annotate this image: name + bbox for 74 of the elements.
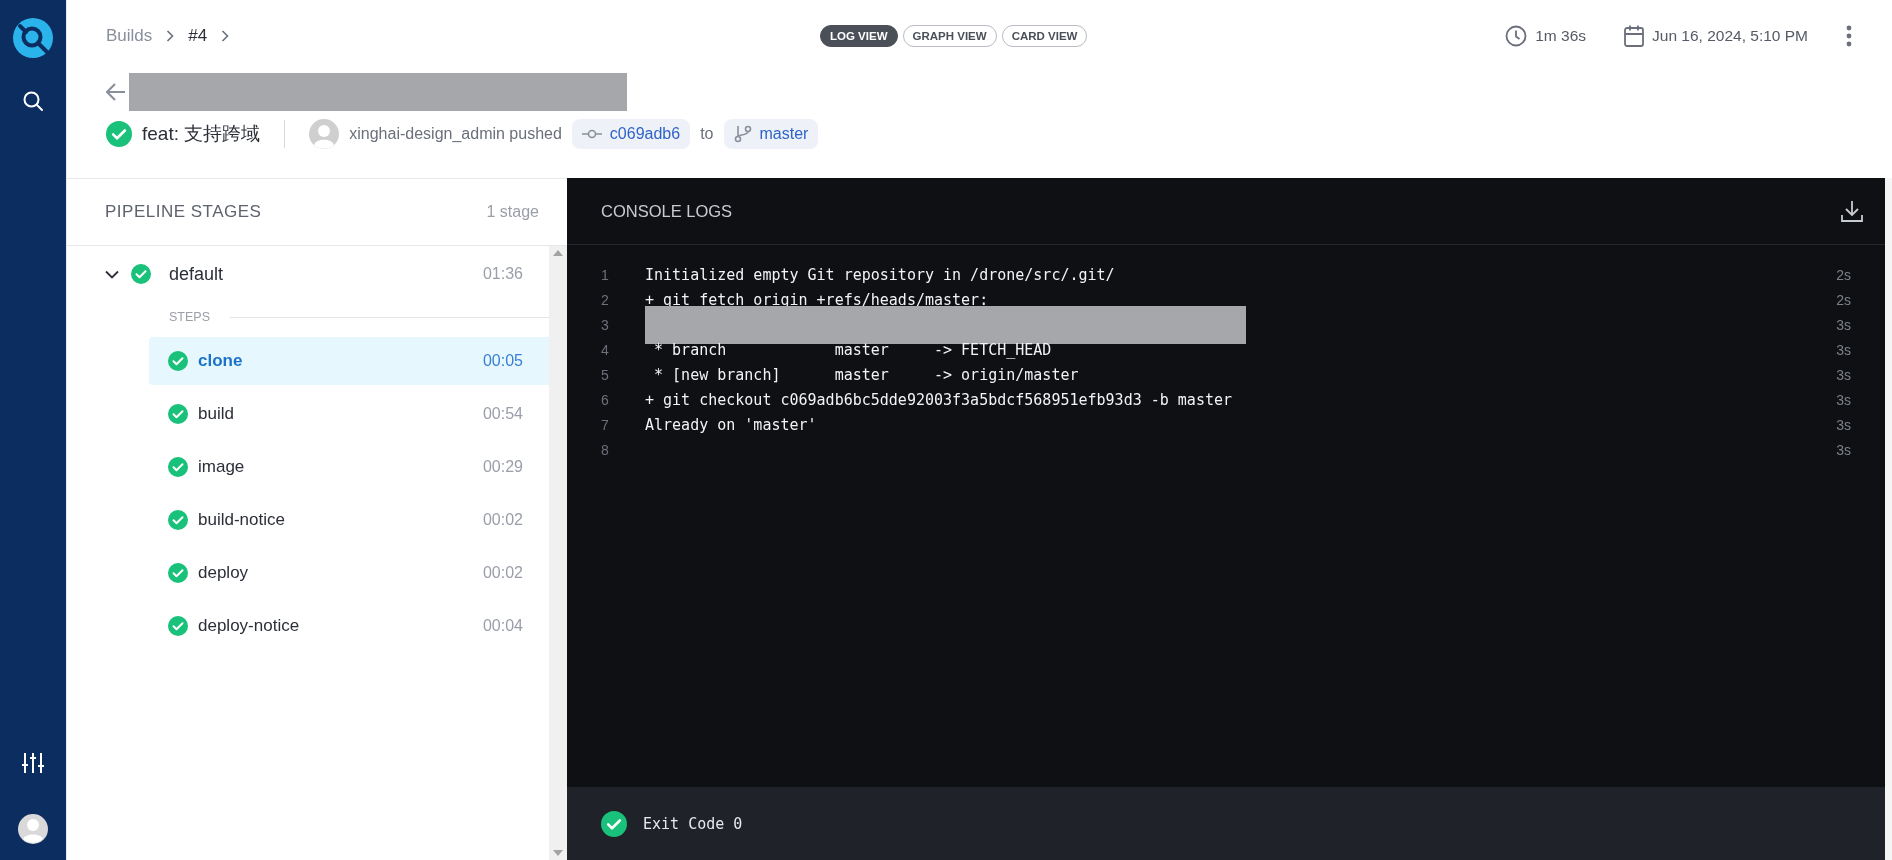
line-number: 5: [600, 366, 610, 383]
line-time: 3s: [1835, 441, 1852, 458]
line-number: 2: [600, 291, 610, 308]
steps-label: STEPS: [169, 310, 210, 324]
line-number: 4: [600, 341, 610, 358]
console-title: CONSOLE LOGS: [601, 201, 733, 221]
step-row[interactable]: image 00:29: [149, 443, 549, 491]
avatar-icon: [309, 119, 340, 149]
branch-link[interactable]: master: [723, 119, 819, 149]
line-number: 7: [600, 416, 610, 433]
exit-code-text: Exit Code 0: [643, 814, 743, 833]
calendar-icon: [1624, 25, 1645, 47]
line-time: 2s: [1835, 291, 1852, 308]
commit-link[interactable]: c069adb6: [571, 119, 691, 149]
view-tab[interactable]: CARD VIEW: [1001, 25, 1088, 47]
connector-text: to: [700, 125, 714, 143]
back-arrow-icon[interactable]: [106, 82, 126, 102]
clock-icon: [1505, 25, 1528, 47]
stage-row[interactable]: default 01:36: [67, 246, 549, 302]
log-line: Initialized empty Git repository in /drone/src/.git/: [645, 265, 1115, 284]
branch-icon: [733, 125, 752, 143]
line-number: 3: [600, 316, 610, 333]
breadcrumb-link[interactable]: #4: [188, 26, 208, 46]
log-line: * branch master -> FETCH_HEAD: [653, 340, 1052, 359]
stage-name: default: [169, 263, 224, 285]
step-name: clone: [198, 351, 243, 371]
step-duration: 00:05: [482, 352, 523, 370]
sliders-icon[interactable]: [21, 752, 45, 774]
step-duration: 00:29: [482, 458, 523, 476]
more-icon[interactable]: [1846, 25, 1852, 47]
step-name: deploy-notice: [198, 616, 300, 636]
chevron-right-icon: [221, 30, 230, 42]
log-line: + git checkout c069adb6bc5dde92003f3a5bdcf568951efb93d3 -b master: [645, 390, 1232, 409]
line-number: 6: [600, 391, 610, 408]
chevron-down-icon[interactable]: [105, 269, 119, 279]
log-line: Already on 'master': [645, 415, 817, 434]
step-row[interactable]: clone 00:05: [149, 337, 549, 385]
step-row[interactable]: deploy 00:02: [149, 549, 549, 597]
step-row[interactable]: build-notice 00:02: [149, 496, 549, 544]
scrollbar-track[interactable]: [1885, 178, 1892, 860]
logo-icon[interactable]: [13, 18, 53, 58]
log-line: * [new branch] master -> origin/master: [653, 365, 1079, 384]
avatar-icon[interactable]: [18, 814, 48, 844]
step-name: build: [198, 404, 234, 424]
duration-text: 1m 36s: [1535, 27, 1587, 45]
step-name: image: [198, 457, 245, 477]
stage-count: 1 stage: [486, 203, 539, 221]
download-icon[interactable]: [1841, 200, 1863, 222]
step-row[interactable]: deploy-notice 00:04: [149, 602, 549, 650]
line-time: 3s: [1835, 316, 1852, 333]
chevron-right-icon: [166, 30, 175, 42]
line-number: 1: [600, 266, 610, 283]
line-number: 8: [600, 441, 610, 458]
step-name: deploy: [198, 563, 249, 583]
line-time: 2s: [1835, 266, 1852, 283]
line-time: 3s: [1835, 416, 1852, 433]
date-text: Jun 16, 2024, 5:10 PM: [1652, 27, 1808, 45]
line-time: 3s: [1835, 341, 1852, 358]
line-time: 3s: [1835, 391, 1852, 408]
author-text: xinghai-design_admin pushed: [349, 125, 562, 143]
step-duration: 00:02: [482, 511, 523, 529]
commit-icon: [581, 129, 602, 139]
step-name: build-notice: [198, 510, 285, 530]
line-time: 3s: [1835, 366, 1852, 383]
commit-message: feat: 支持跨域: [142, 122, 261, 146]
step-duration: 00:02: [482, 564, 523, 582]
step-duration: 00:54: [482, 405, 523, 423]
view-tab[interactable]: LOG VIEW: [820, 25, 898, 47]
view-tab[interactable]: GRAPH VIEW: [902, 25, 997, 47]
step-row[interactable]: build 00:54: [149, 390, 549, 438]
panel-title: PIPELINE STAGES: [105, 202, 262, 222]
search-icon[interactable]: [22, 90, 44, 112]
stage-duration: 01:36: [482, 265, 523, 283]
step-duration: 00:04: [482, 617, 523, 635]
